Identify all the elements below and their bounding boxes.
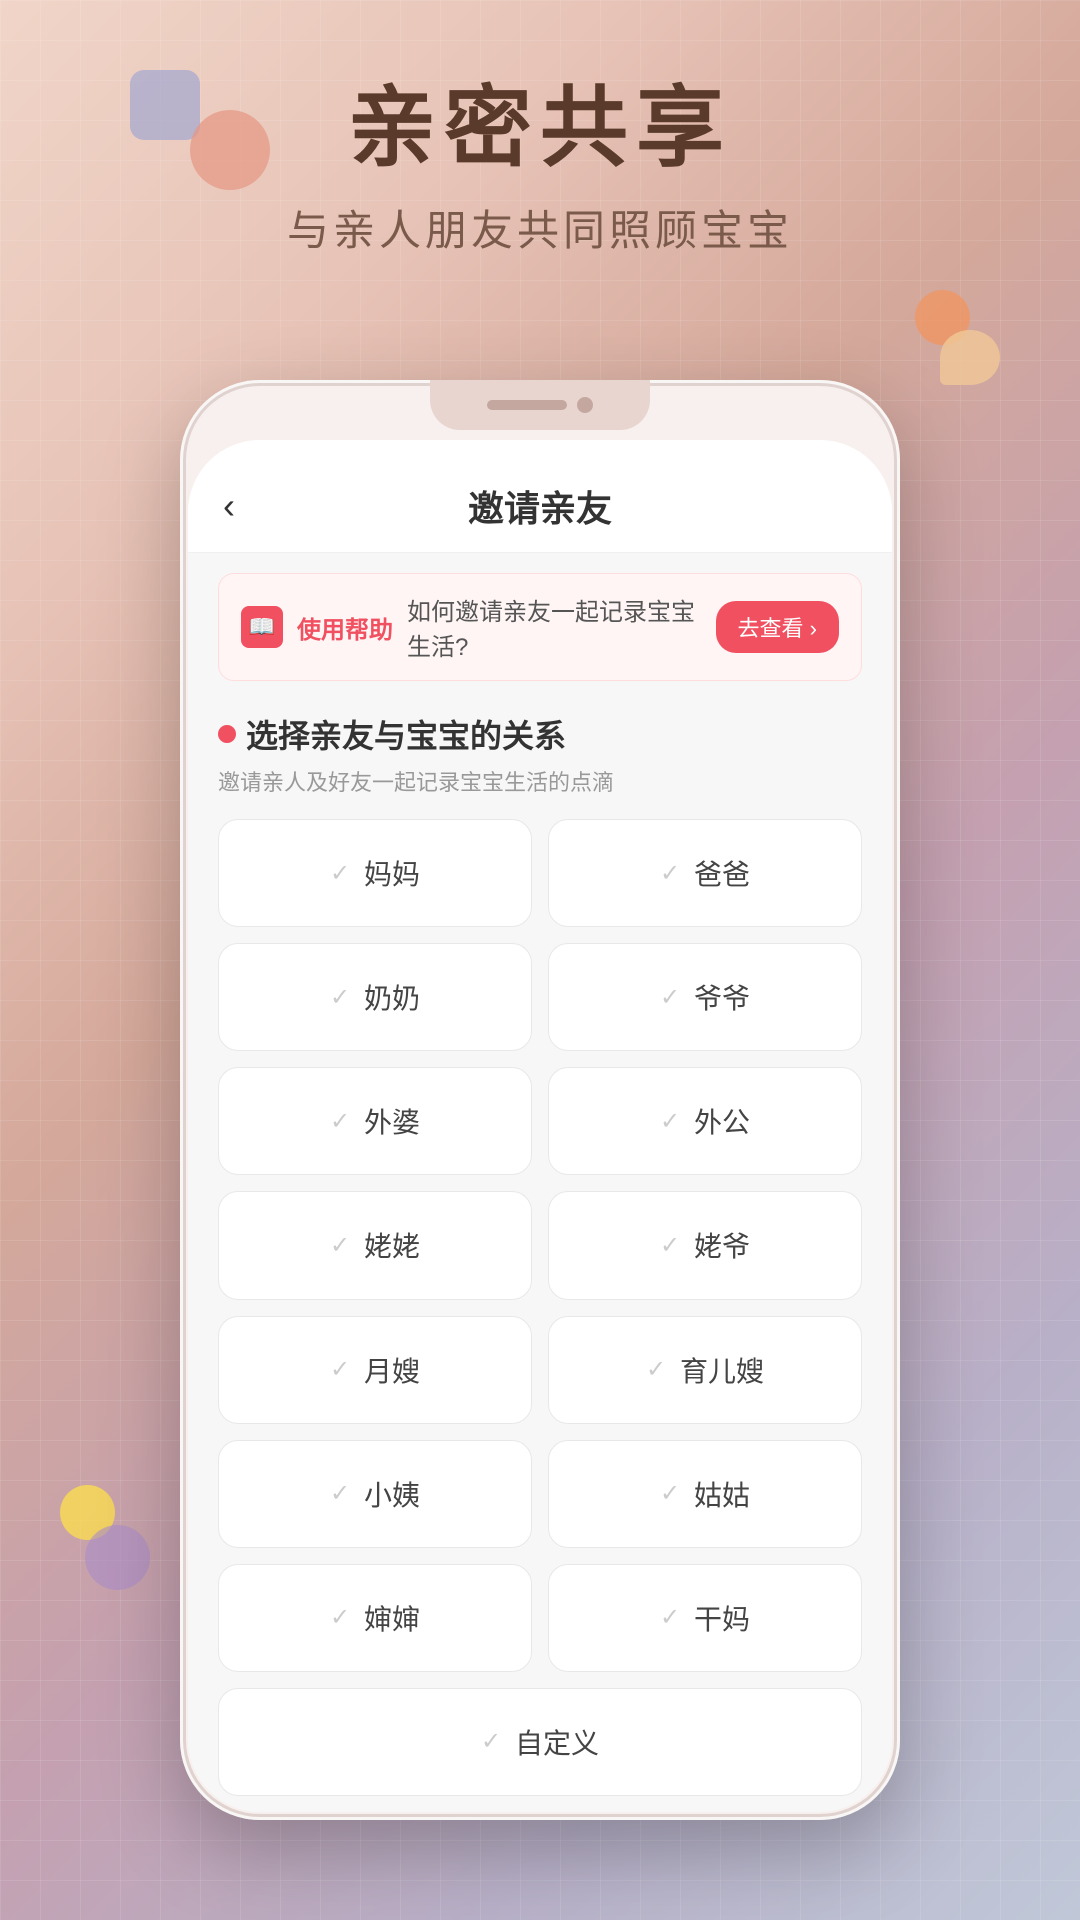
deco-shape-peach <box>940 330 1000 385</box>
phone-shell: ‹ 邀请亲友 📖 使用帮助 如何邀请亲友一起记录宝宝生活? 去查看 › 选择亲友… <box>180 380 900 1820</box>
help-text: 如何邀请亲友一起记录宝宝生活? <box>407 592 702 662</box>
relationship-label: 爷爷 <box>694 977 750 1017</box>
relationship-item[interactable]: ✓ 外公 <box>548 1067 862 1175</box>
check-icon: ✓ <box>330 1107 350 1136</box>
relationship-label: 婶婶 <box>364 1598 420 1638</box>
relationship-label: 月嫂 <box>364 1350 420 1390</box>
relationship-label: 姥姥 <box>364 1225 420 1265</box>
check-icon: ✓ <box>660 1603 680 1632</box>
deco-circle-purple <box>85 1525 150 1590</box>
relationship-item[interactable]: ✓ 姥姥 <box>218 1191 532 1299</box>
check-icon: ✓ <box>481 1727 501 1756</box>
phone-screen: ‹ 邀请亲友 📖 使用帮助 如何邀请亲友一起记录宝宝生活? 去查看 › 选择亲友… <box>188 440 892 1812</box>
relationship-label: 育儿嫂 <box>680 1350 764 1390</box>
relationship-item[interactable]: ✓ 婶婶 <box>218 1564 532 1672</box>
relationship-label: 小姨 <box>364 1474 420 1514</box>
relationship-item[interactable]: ✓ 爷爷 <box>548 943 862 1051</box>
help-button[interactable]: 去查看 › <box>716 601 839 653</box>
help-icon: 📖 <box>241 606 283 648</box>
check-icon: ✓ <box>660 1107 680 1136</box>
relationship-label: 外婆 <box>364 1101 420 1141</box>
relationship-label: 姑姑 <box>694 1474 750 1514</box>
check-icon: ✓ <box>330 1231 350 1260</box>
screen-title: 邀请亲友 <box>468 480 612 532</box>
relationship-item[interactable]: ✓ 外婆 <box>218 1067 532 1175</box>
check-icon: ✓ <box>330 1355 350 1384</box>
custom-relationship-item[interactable]: ✓ 自定义 <box>218 1688 862 1796</box>
camera <box>577 397 593 413</box>
top-section: 亲密共享 与亲人朋友共同照顾宝宝 <box>0 80 1080 258</box>
relationship-label: 奶奶 <box>364 977 420 1017</box>
relationship-item[interactable]: ✓ 姥爷 <box>548 1191 862 1299</box>
check-icon: ✓ <box>660 1231 680 1260</box>
check-icon: ✓ <box>660 1479 680 1508</box>
check-icon: ✓ <box>646 1355 666 1384</box>
relationship-label: 外公 <box>694 1101 750 1141</box>
main-title: 亲密共享 <box>0 80 1080 177</box>
relationship-label: 姥爷 <box>694 1225 750 1265</box>
title-dot <box>218 725 236 743</box>
relationship-item[interactable]: ✓ 爸爸 <box>548 819 862 927</box>
check-icon: ✓ <box>330 859 350 888</box>
check-icon: ✓ <box>330 1479 350 1508</box>
relationship-item[interactable]: ✓ 干妈 <box>548 1564 862 1672</box>
phone-mockup: ‹ 邀请亲友 📖 使用帮助 如何邀请亲友一起记录宝宝生活? 去查看 › 选择亲友… <box>180 380 900 1820</box>
relationship-item[interactable]: ✓ 小姨 <box>218 1440 532 1548</box>
help-label: 使用帮助 <box>297 610 393 645</box>
relationship-item[interactable]: ✓ 妈妈 <box>218 819 532 927</box>
section-title: 选择亲友与宝宝的关系 <box>218 711 862 757</box>
sub-title: 与亲人朋友共同照顾宝宝 <box>0 197 1080 258</box>
screen-header: ‹ 邀请亲友 <box>188 440 892 553</box>
relationship-label: 妈妈 <box>364 853 420 893</box>
check-icon: ✓ <box>330 983 350 1012</box>
relationship-grid: ✓ 妈妈 ✓ 爸爸 ✓ 奶奶 ✓ 爷爷 ✓ 外婆 ✓ 外公 ✓ 姥姥 ✓ 姥爷 ✓ 月嫂 ✓ 育儿嫂 ✓ 小姨 ✓ 姑姑 ✓ 婶婶… <box>188 803 892 1812</box>
help-banner: 📖 使用帮助 如何邀请亲友一起记录宝宝生活? 去查看 › <box>218 573 862 681</box>
custom-label: 自定义 <box>515 1722 599 1762</box>
section-desc: 邀请亲人及好友一起记录宝宝生活的点滴 <box>218 765 862 797</box>
check-icon: ✓ <box>660 983 680 1012</box>
phone-notch <box>430 380 650 430</box>
back-button[interactable]: ‹ <box>223 485 235 527</box>
section-header: 选择亲友与宝宝的关系 邀请亲人及好友一起记录宝宝生活的点滴 <box>188 701 892 803</box>
check-icon: ✓ <box>330 1603 350 1632</box>
speaker <box>487 400 567 410</box>
check-icon: ✓ <box>660 859 680 888</box>
relationship-label: 爸爸 <box>694 853 750 893</box>
relationship-item[interactable]: ✓ 奶奶 <box>218 943 532 1051</box>
relationship-item[interactable]: ✓ 姑姑 <box>548 1440 862 1548</box>
relationship-item[interactable]: ✓ 育儿嫂 <box>548 1316 862 1424</box>
relationship-label: 干妈 <box>694 1598 750 1638</box>
relationship-item[interactable]: ✓ 月嫂 <box>218 1316 532 1424</box>
